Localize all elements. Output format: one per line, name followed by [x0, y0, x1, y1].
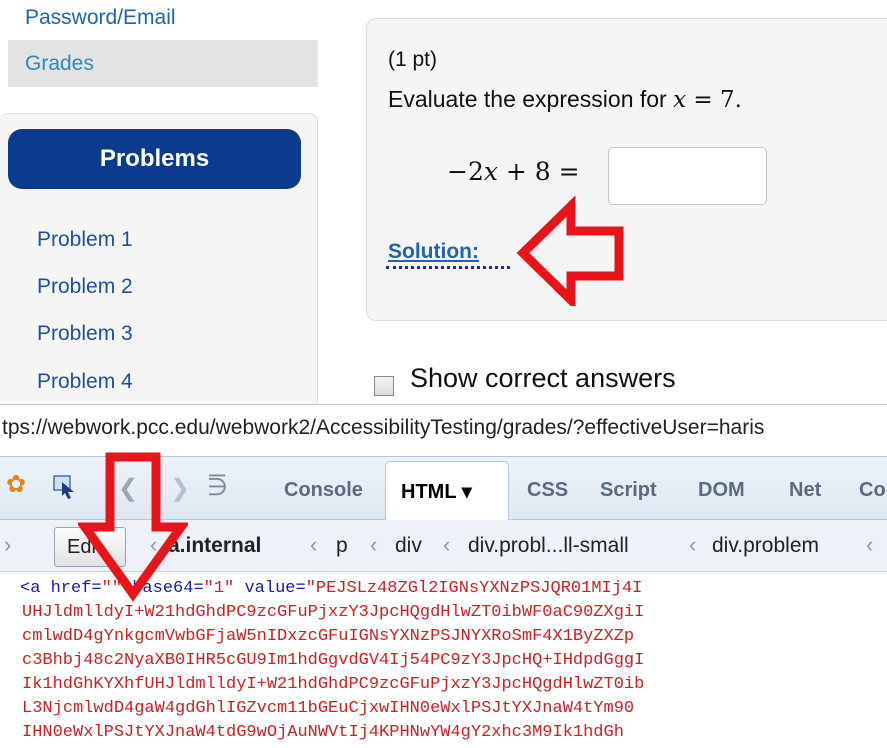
sidebar-account-menu: Password/Email Grades	[8, 0, 318, 100]
focus-outline	[386, 266, 510, 269]
sidebar-item-grades[interactable]: Grades	[8, 40, 318, 87]
source-line: UHJldmlldyI+W21hdGhdPC9zcGFuPjxzY3JpcHQg…	[22, 603, 645, 622]
problems-heading: Problems	[8, 129, 301, 189]
answer-input[interactable]	[608, 147, 767, 205]
tab-html[interactable]: HTML ▾	[401, 479, 472, 504]
source-line: IHN0eWxlPSJtYXJnaW4tdG9wOjAuNWVtIj4KPHNw…	[22, 723, 624, 742]
breadcrumb-div-problem[interactable]: div.problem	[712, 534, 819, 558]
solution-link[interactable]: Solution:	[388, 240, 479, 264]
tab-script[interactable]: Script	[600, 479, 657, 502]
breadcrumb-p[interactable]: p	[336, 534, 348, 558]
value-value: "PEJSLz48ZGl2IGNsYXNzPSJQR01MIj4I	[305, 579, 643, 598]
breadcrumb-sep-icon: ‹	[443, 532, 451, 557]
sidebar-item-problem-4[interactable]: Problem 4	[37, 370, 133, 394]
breadcrumb-sep-icon: ‹	[310, 532, 318, 557]
tab-cookies[interactable]: Co	[859, 479, 886, 502]
math-expression: −2x + 8 =	[447, 157, 580, 187]
tab-net[interactable]: Net	[789, 479, 821, 502]
breadcrumb-sep-icon: ‹	[689, 532, 697, 557]
instruction-text: Evaluate the expression for	[388, 86, 674, 112]
instruction-variable: x	[673, 87, 687, 113]
status-url: tps://webwork.pcc.edu/webwork2/Accessibi…	[2, 416, 765, 439]
sidebar-item-password-email[interactable]: Password/Email	[8, 0, 318, 40]
problem-points: (1 pt)	[388, 48, 438, 71]
inspect-element-icon[interactable]	[52, 474, 78, 500]
expr-rest: + 8 =	[497, 157, 580, 186]
breadcrumb-div[interactable]: div	[395, 534, 422, 558]
command-line-icon[interactable]: ⋽	[207, 473, 228, 502]
down-arrow-annotation-icon	[78, 452, 188, 602]
expr-variable: x	[483, 157, 498, 186]
breadcrumb-sep-icon: ‹	[370, 532, 378, 557]
tab-console[interactable]: Console	[284, 479, 363, 502]
left-arrow-annotation-icon	[516, 196, 624, 306]
source-line: c3Bhbj48c2NyaXB0IHR5cGU9Im1hdGgvdGV4Ij54…	[22, 651, 645, 670]
expr-coefficient: −2	[447, 157, 484, 186]
instruction-value: = 7.	[686, 87, 742, 113]
tab-dom[interactable]: DOM	[698, 479, 745, 502]
show-correct-answers-checkbox[interactable]	[374, 376, 394, 396]
sidebar-item-problem-3[interactable]: Problem 3	[37, 322, 133, 346]
source-line: Ik1hdGhKYXhfUHJldmlldyI+W21hdGhdPC9zcGFu…	[22, 675, 645, 694]
sidebar-item-problem-1[interactable]: Problem 1	[37, 228, 133, 252]
breadcrumb-overflow-icon[interactable]: ›	[4, 532, 11, 558]
sidebar-item-problem-2[interactable]: Problem 2	[37, 275, 133, 299]
problem-instruction: Evaluate the expression for x = 7.	[388, 86, 742, 113]
source-line: cmlwdD4gYnkgcmVwbGFjaW5nIDxzcGFuIGNsYXNz…	[22, 627, 635, 646]
firebug-bug-icon[interactable]: ✿	[6, 470, 26, 499]
breadcrumb-sep-icon: ‹	[866, 532, 874, 557]
breadcrumb-div-problem-small[interactable]: div.probl...ll-small	[468, 534, 629, 558]
base64-value: "1"	[203, 579, 235, 598]
value-attr: value=	[234, 579, 306, 598]
tab-css[interactable]: CSS	[527, 479, 568, 502]
show-correct-answers-label: Show correct answers	[410, 363, 676, 393]
source-line: L3NjcmlwdD4gaW4gdGhlIGZvcm11bGEuCjxwIHN0…	[22, 699, 635, 718]
